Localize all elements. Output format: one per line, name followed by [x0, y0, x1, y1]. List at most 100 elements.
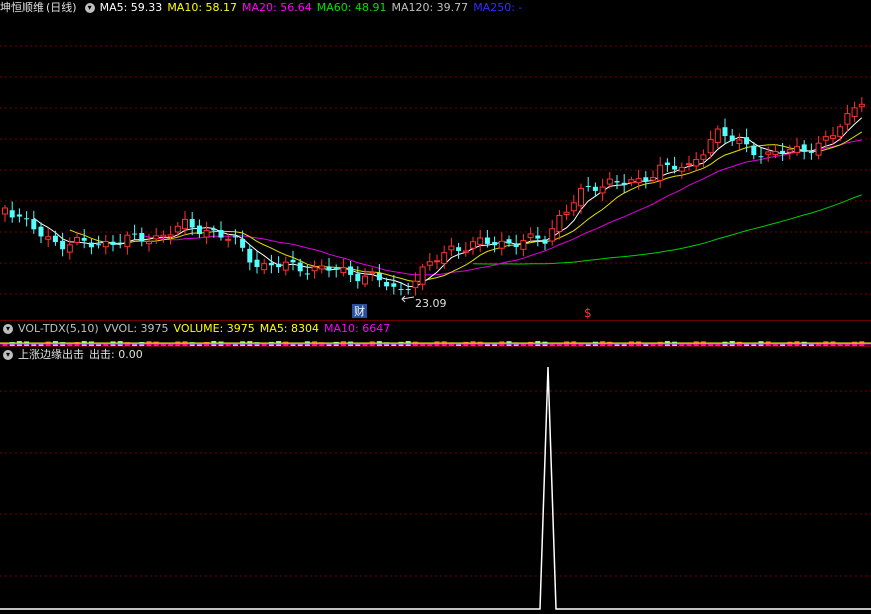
candle-down [31, 219, 37, 230]
candle-down [391, 283, 397, 287]
candle-up [74, 236, 80, 243]
candle-up [2, 207, 8, 215]
candle-up [678, 166, 685, 172]
candle-up [153, 235, 160, 240]
candle-down [456, 247, 462, 251]
candle-down [196, 225, 202, 235]
candle-up [102, 241, 109, 248]
candle-down [744, 137, 750, 145]
candle-up [772, 150, 779, 156]
candle-up [844, 113, 851, 125]
candle-up [635, 178, 642, 184]
candle-up [686, 163, 692, 166]
candle-down [254, 259, 260, 267]
candle-up [167, 234, 174, 238]
candle-up [693, 158, 700, 167]
price-chart-panel[interactable]: 坤恒顺维 (日线) ▾ MA5: 59.33 MA10: 58.17 MA20: 56.6… [0, 0, 871, 320]
candle-up [527, 233, 534, 239]
candle-up [837, 126, 844, 137]
candle-down [218, 230, 224, 238]
dividend-event-marker[interactable]: $ [584, 306, 592, 320]
candle-down [268, 262, 274, 266]
dropdown-circle-icon[interactable]: ▾ [3, 350, 13, 360]
candle-down [751, 145, 757, 156]
indicator-chart [0, 366, 871, 610]
candle-down [758, 156, 764, 158]
candle-down [506, 239, 512, 244]
ma5-label: MA5: 59.33 [99, 1, 163, 14]
candle-down [189, 219, 195, 228]
candle-up [448, 245, 455, 251]
candle-up [578, 187, 584, 207]
candle-up [434, 260, 440, 263]
candles [2, 97, 865, 296]
indicator-header: ▾ 上涨边缘出击 出击: 0.00 [0, 347, 148, 363]
candle-down [290, 259, 296, 263]
candle-down [808, 151, 814, 153]
candle-up [570, 202, 577, 212]
vol-ma10-value: MA10: 6647 [324, 322, 391, 335]
price-grid [0, 45, 871, 295]
candle-up [419, 266, 426, 285]
candle-up [599, 186, 606, 194]
candle-up [182, 218, 188, 230]
candle-up [657, 164, 664, 181]
candle-down [232, 236, 238, 238]
candle-down [52, 235, 58, 243]
candle-up [462, 250, 469, 253]
candlestick-chart[interactable]: 23.09 财 $ [0, 0, 871, 320]
candle-down [132, 233, 138, 235]
financial-event-marker[interactable]: 财 [354, 304, 365, 318]
candle-down [355, 273, 361, 282]
candle-up [707, 139, 714, 154]
candle-down [88, 242, 94, 248]
stock-name[interactable]: 坤恒顺维 [0, 1, 44, 14]
candle-down [38, 226, 44, 237]
candle-up [261, 263, 268, 271]
indicator-title[interactable]: 上涨边缘出击 [18, 348, 84, 361]
candle-down [801, 144, 807, 152]
candle-down [139, 232, 145, 241]
candle-up [549, 228, 556, 242]
candle-up [786, 149, 793, 153]
candle-down [297, 262, 303, 272]
candle-up [520, 240, 527, 250]
candle-down [722, 127, 728, 137]
candle-down [304, 273, 310, 275]
indicator-panel[interactable]: ▾ 上涨边缘出击 出击: 0.00 [0, 346, 871, 614]
price-header: 坤恒顺维 (日线) ▾ MA5: 59.33 MA10: 58.17 MA20: 56.6… [0, 0, 527, 16]
dropdown-circle-icon[interactable]: ▾ [84, 3, 95, 13]
volume-indicator-title[interactable]: VOL-TDX(5,10) [18, 322, 99, 335]
candle-up [700, 154, 707, 160]
candle-up [765, 151, 772, 155]
candle-down [780, 150, 786, 154]
candle-down [398, 288, 404, 290]
candle-down [484, 237, 490, 244]
ma120-label: MA120: 39.77 [391, 1, 469, 14]
candle-up [160, 234, 167, 238]
vvol-value: VVOL: 3975 [103, 322, 169, 335]
candle-up [174, 225, 181, 233]
ma20-label: MA20: 56.64 [242, 1, 312, 14]
candle-up [822, 136, 829, 141]
vol-ma5-value: MA5: 8304 [259, 322, 320, 335]
candle-down [240, 238, 246, 248]
candle-down [211, 228, 217, 231]
chart-period: (日线) [46, 1, 77, 14]
candle-up [146, 241, 152, 245]
candle-up [45, 236, 52, 240]
candle-down [247, 248, 253, 263]
candle-up [369, 271, 376, 275]
candle-up [650, 177, 656, 181]
volume-panel[interactable]: ▾ VOL-TDX(5,10) VVOL: 3975 VOLUME: 3975 MA5:… [0, 320, 871, 346]
candle-down [643, 177, 649, 182]
candle-down [96, 244, 102, 246]
candle-down [16, 214, 22, 217]
candle-up [830, 135, 836, 139]
candle-up [124, 234, 131, 248]
dropdown-circle-icon[interactable]: ▾ [3, 324, 13, 334]
ma60-label: MA60: 48.91 [316, 1, 387, 14]
candle-down [664, 162, 670, 166]
candle-down [376, 273, 382, 281]
candle-up [498, 240, 505, 249]
